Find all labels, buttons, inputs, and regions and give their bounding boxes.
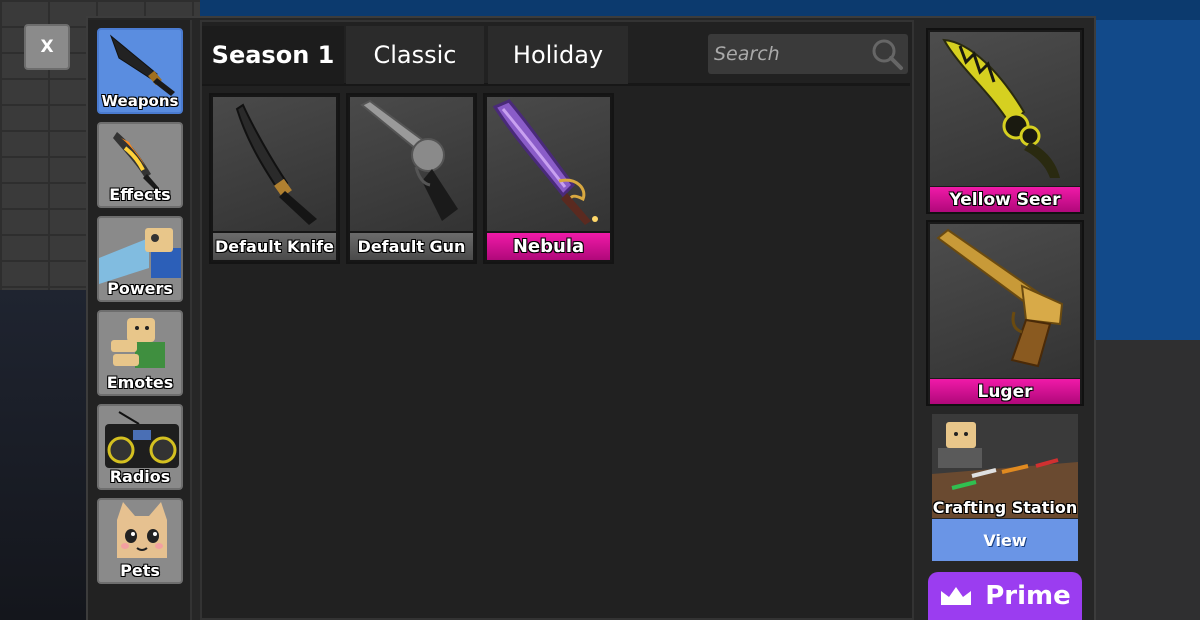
- featured-thumbnail: [930, 32, 1080, 186]
- crafting-view-button[interactable]: View: [932, 519, 1078, 561]
- category-weapons[interactable]: Weapons: [97, 28, 183, 114]
- crafting-station-card: Crafting Station View: [932, 414, 1078, 562]
- tab-season-1[interactable]: Season 1: [202, 26, 344, 84]
- category-label: Pets: [120, 561, 160, 580]
- knife-icon: [235, 103, 317, 225]
- item-name: Nebula: [487, 233, 610, 260]
- item-name: Default Knife: [213, 233, 336, 260]
- category-label: Powers: [107, 279, 173, 298]
- tab-classic[interactable]: Classic: [346, 26, 484, 84]
- item-card-nebula[interactable]: Nebula: [483, 93, 614, 264]
- item-name: Default Gun: [350, 233, 473, 260]
- search-input[interactable]: [714, 38, 864, 70]
- featured-item-yellow-seer[interactable]: Yellow Seer: [926, 28, 1084, 214]
- crafting-station-title: Crafting Station: [932, 498, 1078, 517]
- featured-item-luger[interactable]: Luger: [926, 220, 1084, 406]
- prime-button[interactable]: Prime: [928, 572, 1082, 620]
- item-thumbnail: [213, 97, 336, 231]
- category-effects[interactable]: Effects: [97, 122, 183, 208]
- search-box: [708, 34, 908, 74]
- crown-icon: [941, 587, 972, 605]
- category-label: Emotes: [106, 373, 174, 392]
- yellow-seer-knife-icon: [942, 38, 1060, 178]
- category-label: Weapons: [101, 92, 179, 110]
- item-thumbnail: [350, 97, 473, 231]
- nebula-knife-icon: [492, 99, 598, 225]
- knife-icon: [109, 34, 175, 96]
- item-thumbnail: [487, 97, 610, 231]
- featured-name: Luger: [930, 379, 1080, 404]
- featured-name: Yellow Seer: [930, 187, 1080, 212]
- boombox-icon: [105, 411, 179, 468]
- cat-face-icon: [117, 502, 167, 558]
- category-pets[interactable]: Pets: [97, 498, 183, 584]
- close-button[interactable]: X: [24, 24, 70, 70]
- powers-icon: [99, 228, 181, 284]
- flame-knife-icon: [113, 132, 159, 190]
- background-wall-right: [1090, 20, 1200, 360]
- item-card-default-gun[interactable]: Default Gun: [346, 93, 477, 264]
- search-icon[interactable]: [870, 37, 904, 71]
- category-label: Radios: [109, 467, 171, 486]
- emote-avatar-icon: [111, 318, 165, 368]
- category-emotes[interactable]: Emotes: [97, 310, 183, 396]
- revolver-icon: [360, 99, 458, 221]
- category-sidebar: Weapons Effects Powers Emotes Radios Pet…: [88, 20, 192, 620]
- prime-label: Prime: [985, 581, 1071, 611]
- luger-gun-icon: [936, 228, 1064, 368]
- item-card-default-knife[interactable]: Default Knife: [209, 93, 340, 264]
- category-radios[interactable]: Radios: [97, 404, 183, 490]
- category-label: Effects: [109, 185, 171, 204]
- featured-thumbnail: [930, 224, 1080, 378]
- category-powers[interactable]: Powers: [97, 216, 183, 302]
- tab-holiday[interactable]: Holiday: [488, 26, 628, 84]
